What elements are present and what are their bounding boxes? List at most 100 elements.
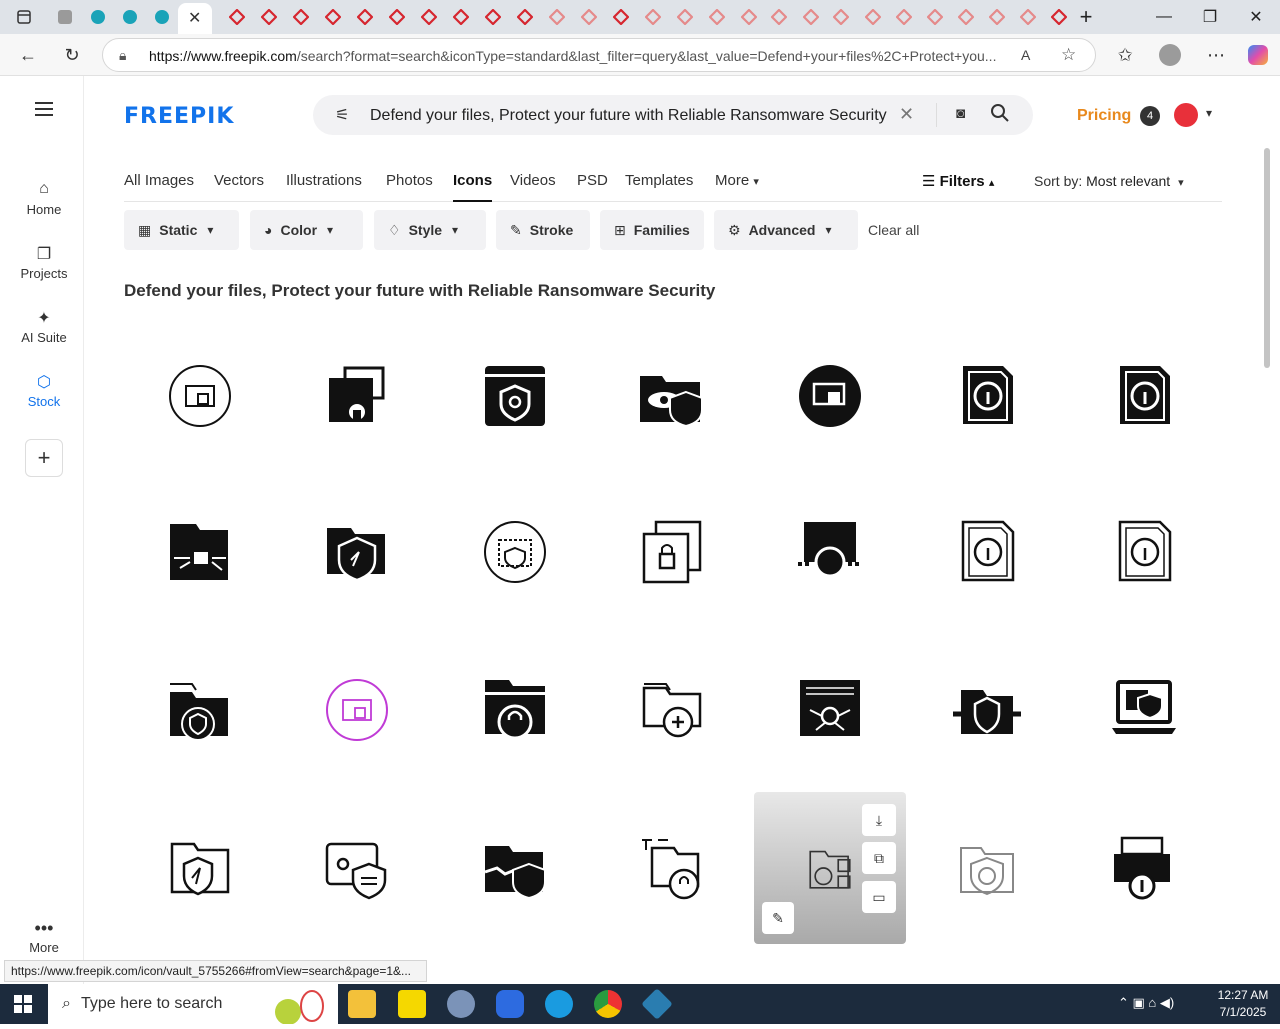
pricing-link[interactable]: Pricing [1077,107,1131,125]
tab-favicon[interactable] [862,6,884,28]
tab-favicon[interactable] [738,6,760,28]
icon-result-card[interactable] [281,792,433,944]
icon-result-card[interactable] [439,320,591,472]
filters-toggle[interactable]: ☰ Filters ▴ [922,172,994,202]
icon-result-card[interactable] [124,792,276,944]
tab-favicon[interactable] [151,6,173,28]
search-input[interactable]: Defend your files, Protect your future w… [370,107,887,125]
icon-result-card[interactable] [439,476,591,628]
sidebar-item-stock[interactable]: ⬡ Stock [4,372,84,409]
edit-icon[interactable]: ✎ [762,902,794,934]
tab-favicon[interactable] [450,6,472,28]
search-icon[interactable] [990,103,1010,128]
clear-all-link[interactable]: Clear all [868,222,919,238]
tab-favicon[interactable] [642,6,664,28]
reload-icon[interactable]: ↻ [57,40,87,70]
tab-vectors[interactable]: Vectors [214,172,264,202]
app-icon[interactable] [447,990,475,1018]
copy-icon[interactable]: ⧉ [862,842,896,874]
tab-favicon[interactable] [986,6,1008,28]
sidebar-item-home[interactable]: ⌂ Home [4,180,84,217]
tab-favicon[interactable] [546,6,568,28]
filter-color-button[interactable]: ◕ Color ▾ [250,210,363,250]
icon-result-card[interactable] [911,792,1063,944]
active-tab[interactable]: ✕ [178,3,212,34]
tab-favicon[interactable] [354,6,376,28]
tab-photos[interactable]: Photos [386,172,433,202]
icon-result-card[interactable] [754,476,906,628]
tab-illustrations[interactable]: Illustrations [286,172,362,202]
tab-favicon[interactable] [706,6,728,28]
tab-favicon[interactable] [768,6,790,28]
tab-favicon[interactable] [226,6,248,28]
icon-result-card[interactable] [124,634,276,786]
tab-favicon[interactable] [610,6,632,28]
account-chevron-icon[interactable]: ▾ [1206,106,1212,120]
favorite-star-icon[interactable]: ☆ [1061,45,1076,65]
icon-result-card[interactable] [911,476,1063,628]
tab-favicon[interactable] [119,6,141,28]
icon-result-card[interactable] [1068,320,1220,472]
icon-result-card[interactable] [439,792,591,944]
user-avatar[interactable] [1174,103,1198,127]
filter-advanced-button[interactable]: ⚙ Advanced ▾ [714,210,858,250]
tab-favicon[interactable] [578,6,600,28]
minimize-icon[interactable]: — [1141,0,1187,34]
icon-result-card[interactable] [596,476,748,628]
tab-favicon[interactable] [800,6,822,28]
clear-search-icon[interactable]: ✕ [899,104,914,125]
icon-result-card[interactable] [281,634,433,786]
windows-start-icon[interactable] [14,995,32,1018]
camera-icon[interactable]: ◙ [956,105,965,122]
tab-all-images[interactable]: All Images [124,172,194,202]
site-info-icon[interactable]: 🔒︎ [119,47,126,64]
icon-result-card[interactable] [754,634,906,786]
icon-result-card[interactable] [281,476,433,628]
tab-favicon[interactable] [674,6,696,28]
sidebar-item-ai-suite[interactable]: ✦ AI Suite [4,308,84,345]
tab-favicon[interactable] [514,6,536,28]
page-scrollbar[interactable] [1262,138,1272,978]
app-icon[interactable] [641,988,673,1020]
icon-result-card[interactable]: ⤓ ⧉ ▭ ✎ [754,792,906,944]
tab-more[interactable]: More ▾ [715,172,759,202]
browser-menu-icon[interactable]: ⋯ [1201,40,1231,70]
save-to-collection-icon[interactable]: ▭ [862,881,896,913]
icon-result-card[interactable] [596,320,748,472]
tab-favicon[interactable] [386,6,408,28]
tab-favicon[interactable] [924,6,946,28]
tab-favicon[interactable] [290,6,312,28]
icon-result-card[interactable] [596,792,748,944]
system-tray-icons[interactable]: ⌃ ▣ ⌂ ◀) [1118,995,1174,1011]
zoom-icon[interactable] [496,990,524,1018]
add-button[interactable]: + [25,439,63,477]
tab-videos[interactable]: Videos [510,172,556,202]
icon-result-card[interactable] [124,476,276,628]
profile-avatar-icon[interactable] [1155,40,1185,70]
download-icon[interactable]: ⤓ [862,804,896,836]
icon-result-card[interactable] [439,634,591,786]
chrome-icon[interactable] [594,990,622,1018]
icon-result-card[interactable] [1068,792,1220,944]
sidebar-item-projects[interactable]: ❐ Projects [4,244,84,281]
new-tab-icon[interactable]: + [1063,0,1109,34]
filter-style-button[interactable]: ♢ Style ▾ [374,210,486,250]
icon-result-card[interactable] [1068,476,1220,628]
scrollbar-thumb[interactable] [1264,148,1270,368]
tab-favicon[interactable] [830,6,852,28]
sticky-notes-icon[interactable] [398,990,426,1018]
freepik-logo[interactable]: FREEPIK [124,104,234,129]
filter-static-button[interactable]: ▦ Static ▾ [124,210,239,250]
icon-result-card[interactable] [124,320,276,472]
url-field[interactable]: 🔒︎ https://www.freepik.com/search?format… [102,38,1096,72]
tab-favicon[interactable] [482,6,504,28]
hamburger-menu-icon[interactable] [4,102,84,119]
tab-icons[interactable]: Icons [453,172,493,202]
notification-badge[interactable]: 4 [1140,106,1160,126]
filter-families-button[interactable]: ⊞ Families [600,210,704,250]
tab-psd[interactable]: PSD [577,172,608,202]
icon-result-card[interactable] [596,634,748,786]
tab-favicon[interactable] [322,6,344,28]
copilot-icon[interactable] [1243,40,1273,70]
tab-favicon[interactable] [258,6,280,28]
